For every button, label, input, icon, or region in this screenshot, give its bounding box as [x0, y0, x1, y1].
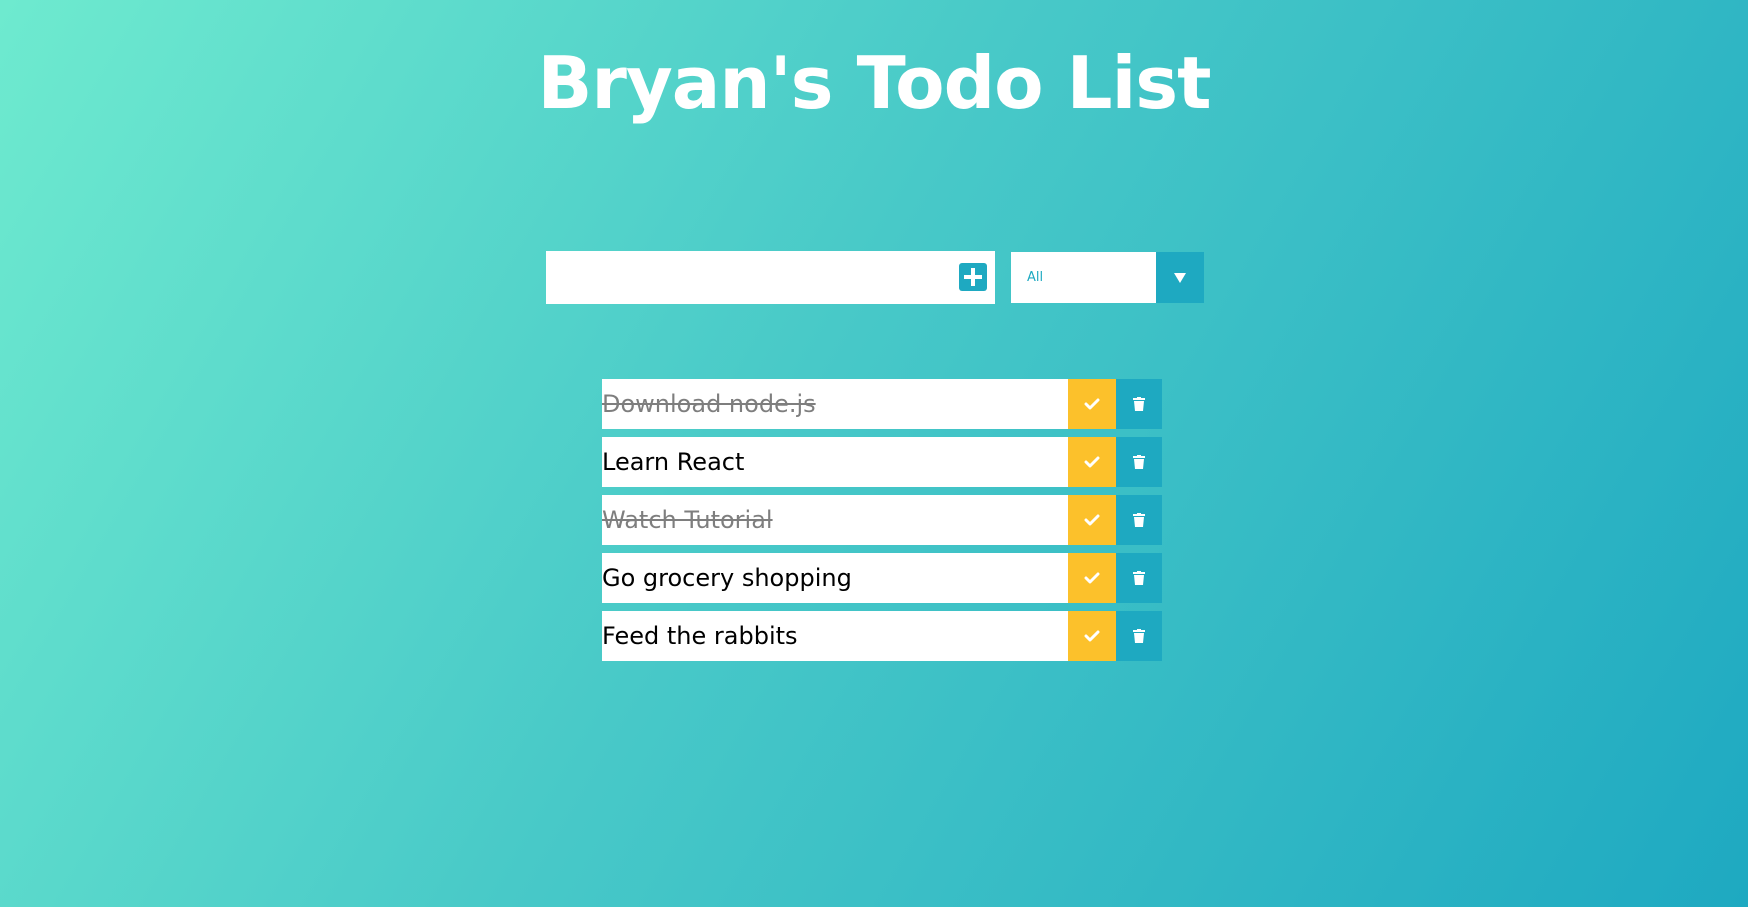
check-icon	[1084, 456, 1100, 468]
complete-button[interactable]	[1068, 437, 1116, 487]
todo-item: Download node.js	[602, 379, 1162, 429]
complete-button[interactable]	[1068, 495, 1116, 545]
trash-icon	[1133, 629, 1145, 643]
complete-button[interactable]	[1068, 553, 1116, 603]
filter-dropdown-toggle[interactable]	[1156, 252, 1204, 303]
todo-text: Feed the rabbits	[602, 622, 798, 650]
todo-text: Learn React	[602, 448, 745, 476]
add-todo-button[interactable]	[959, 263, 987, 291]
trash-icon	[1133, 397, 1145, 411]
filter-select[interactable]: All	[1011, 252, 1204, 303]
todo-form	[546, 251, 995, 304]
todo-text: Go grocery shopping	[602, 564, 852, 592]
delete-button[interactable]	[1116, 379, 1162, 429]
todo-text: Watch Tutorial	[602, 506, 773, 534]
todo-item: Learn React	[602, 437, 1162, 487]
filter-selected-value: All	[1027, 270, 1044, 285]
complete-button[interactable]	[1068, 379, 1116, 429]
complete-button[interactable]	[1068, 611, 1116, 661]
check-icon	[1084, 572, 1100, 584]
delete-button[interactable]	[1116, 553, 1162, 603]
delete-button[interactable]	[1116, 495, 1162, 545]
trash-icon	[1133, 513, 1145, 527]
check-icon	[1084, 514, 1100, 526]
trash-icon	[1133, 455, 1145, 469]
check-icon	[1084, 398, 1100, 410]
delete-button[interactable]	[1116, 611, 1162, 661]
page-title: Bryan's Todo List	[537, 41, 1211, 125]
todo-item: Feed the rabbits	[602, 611, 1162, 661]
todo-text: Download node.js	[602, 390, 816, 418]
check-icon	[1084, 630, 1100, 642]
trash-icon	[1133, 571, 1145, 585]
caret-down-icon	[1174, 273, 1186, 283]
delete-button[interactable]	[1116, 437, 1162, 487]
todo-item: Watch Tutorial	[602, 495, 1162, 545]
todo-list: Download node.js Learn React Watch Tutor…	[602, 379, 1162, 669]
todo-input[interactable]	[546, 251, 946, 304]
plus-square-icon	[964, 268, 982, 286]
todo-item: Go grocery shopping	[602, 553, 1162, 603]
